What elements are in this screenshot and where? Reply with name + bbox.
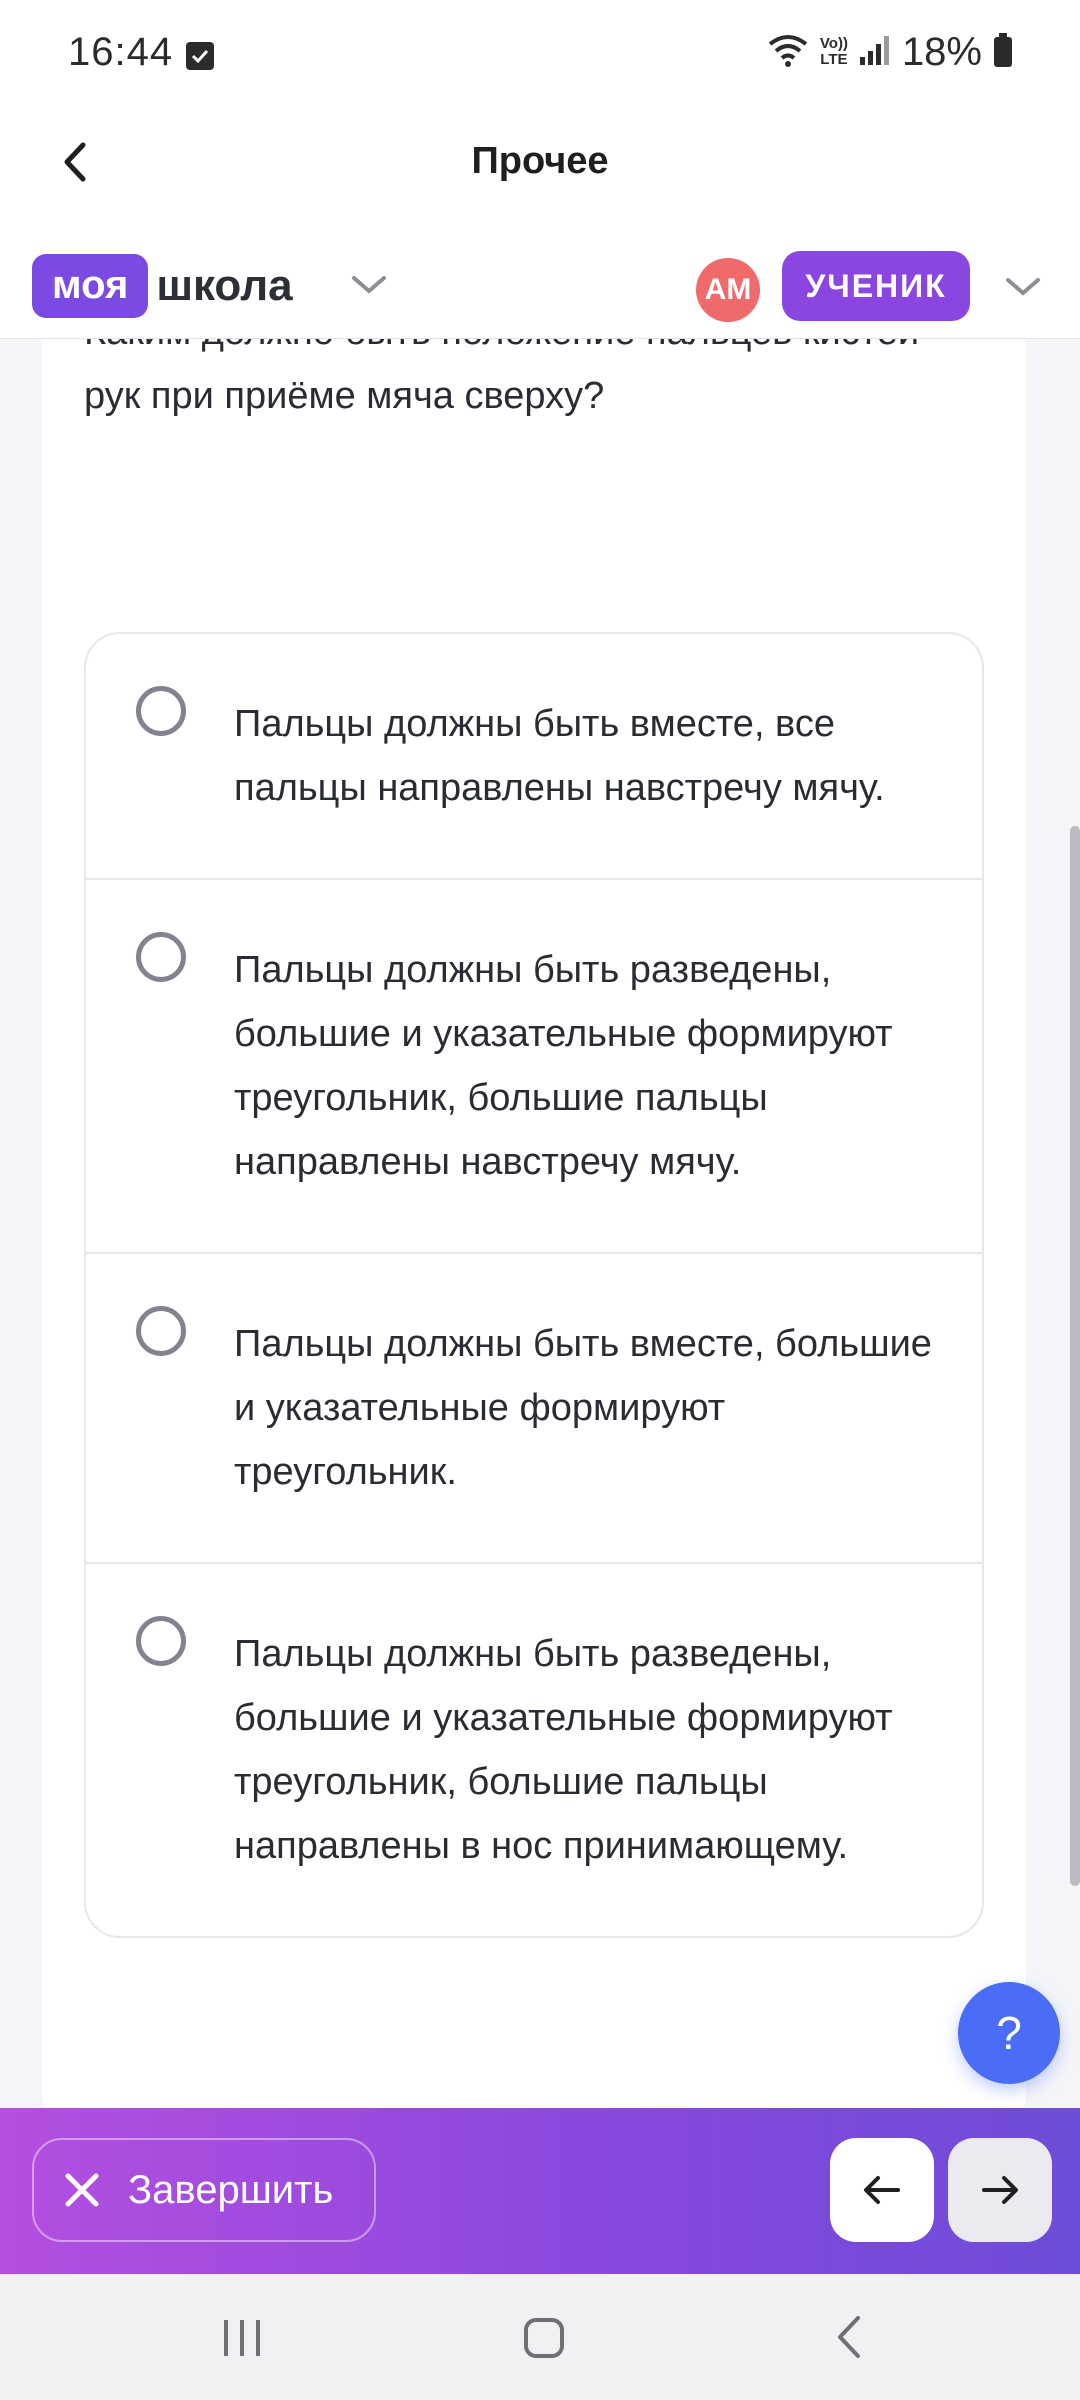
previous-question-button[interactable] <box>830 2138 934 2242</box>
radio-button[interactable] <box>136 932 186 982</box>
avatar[interactable]: АМ <box>696 258 760 322</box>
recent-apps-icon[interactable] <box>220 2318 264 2358</box>
volte-label-bottom: LTE <box>820 51 848 68</box>
answer-option-1[interactable]: Пальцы должны быть вместе, все пальцы на… <box>86 634 982 880</box>
volte-icon: Vo)) LTE <box>820 36 848 68</box>
role-badge[interactable]: УЧЕНИК <box>782 251 970 321</box>
home-icon[interactable] <box>524 2318 564 2358</box>
check-box-icon <box>186 42 214 70</box>
top-header: Прочее <box>0 112 1080 212</box>
answer-option-4[interactable]: Пальцы должны быть разведены, большие и … <box>86 1564 982 1936</box>
radio-button[interactable] <box>136 1306 186 1356</box>
finish-button-label: Завершить <box>128 2167 334 2212</box>
answer-option-text: Пальцы должны быть разведены, большие и … <box>234 949 893 1183</box>
help-button[interactable]: ? <box>958 1982 1060 2084</box>
signal-icon <box>858 33 892 72</box>
brand-bar: моя школа АМ УЧЕНИК <box>0 236 1080 339</box>
arrow-right-icon <box>982 2176 1018 2204</box>
battery-percent: 18% <box>901 29 982 74</box>
answer-option-3[interactable]: Пальцы должны быть вместе, большие и ука… <box>86 1254 982 1564</box>
page-title: Прочее <box>471 140 609 182</box>
next-question-button[interactable] <box>948 2138 1052 2242</box>
radio-button[interactable] <box>136 686 186 736</box>
brand-logo[interactable]: моя школа <box>32 254 293 318</box>
answer-option-text: Пальцы должны быть разведены, большие и … <box>234 1633 893 1867</box>
finish-button[interactable]: Завершить <box>32 2138 376 2242</box>
chevron-down-icon[interactable] <box>350 274 388 296</box>
close-icon <box>65 2173 99 2207</box>
scrollbar[interactable] <box>1070 826 1080 1886</box>
action-bar: Завершить <box>0 2108 1080 2274</box>
answer-options: Пальцы должны быть вместе, все пальцы на… <box>84 632 984 1938</box>
status-icons: Vo)) LTE 18% <box>766 29 1014 74</box>
system-back-icon[interactable] <box>832 2314 866 2360</box>
answer-option-2[interactable]: Пальцы должны быть разведены, большие и … <box>86 880 982 1254</box>
radio-button[interactable] <box>136 1616 186 1666</box>
system-navigation-bar <box>0 2274 1080 2400</box>
volte-label-top: Vo)) <box>819 35 848 52</box>
brand-logo-part2: школа <box>156 261 293 310</box>
battery-icon <box>992 32 1014 73</box>
answer-option-text: Пальцы должны быть вместе, все пальцы на… <box>234 703 885 809</box>
wifi-icon <box>766 32 810 73</box>
status-bar: 16:44 Vo)) LTE 18% <box>0 0 1080 112</box>
chevron-down-icon[interactable] <box>1004 276 1042 298</box>
status-time: 16:44 <box>68 30 174 74</box>
arrow-left-icon <box>864 2176 900 2204</box>
brand-logo-part1: моя <box>32 254 149 318</box>
answer-option-text: Пальцы должны быть вместе, большие и ука… <box>234 1323 932 1493</box>
